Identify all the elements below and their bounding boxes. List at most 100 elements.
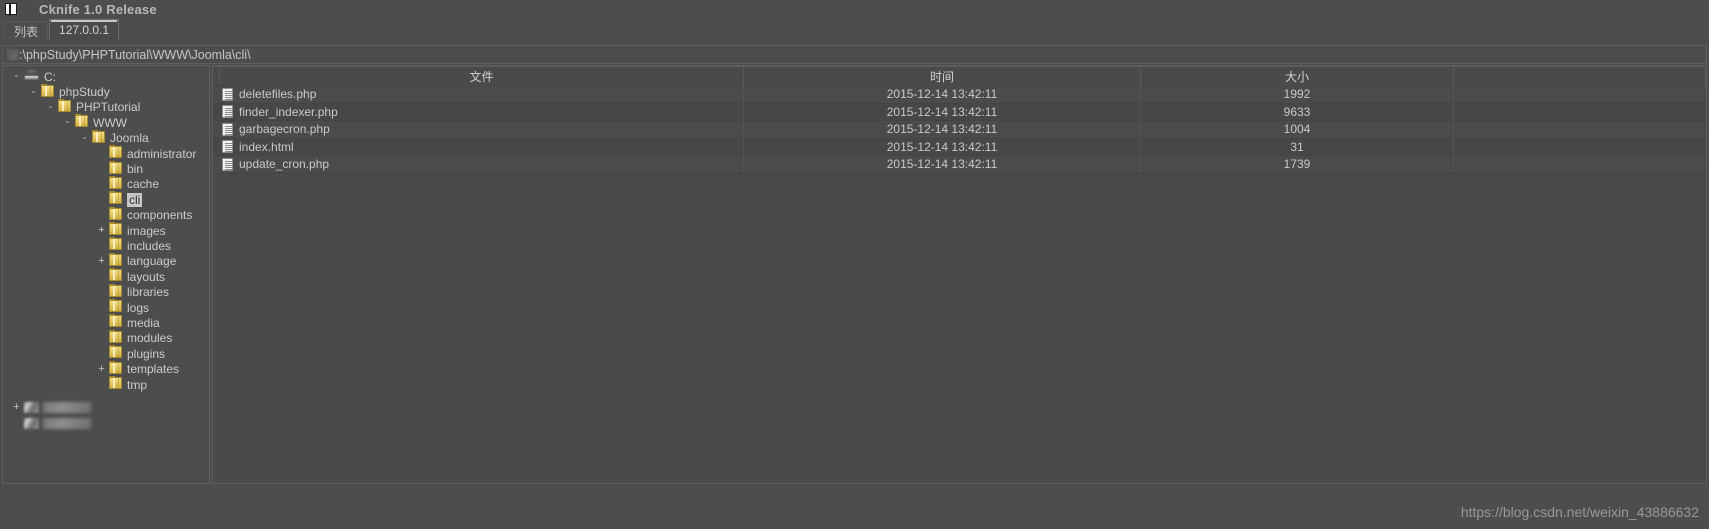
folder-icon (109, 283, 122, 297)
collapse-icon[interactable]: - (11, 71, 22, 82)
tree-node-label: layouts (127, 269, 166, 284)
tree-node-label: tmp (127, 377, 148, 392)
table-row[interactable]: finder_indexer.php 2015-12-14 13:42:11 963… (213, 103, 1706, 121)
tab-list[interactable]: 列表 (4, 21, 49, 40)
tree-node-label: cli (127, 192, 143, 207)
table-row[interactable]: deletefiles.php 2015-12-14 13:42:11 1992 (213, 85, 1706, 104)
tree-node-label: phpStudy (59, 85, 110, 100)
drive-icon (24, 69, 39, 81)
tree-node[interactable]: cache (3, 175, 209, 192)
cell-file-size: 9633 (1141, 103, 1454, 121)
cell-file-name[interactable]: deletefiles.php (220, 85, 744, 103)
tree-node-icon (109, 376, 122, 392)
tab-127-0-0-1-label: 127.0.0.1 (59, 23, 110, 37)
folder-icon (109, 160, 122, 174)
tree-node[interactable]: components (3, 206, 209, 223)
title-bar: Cknife 1.0 Release (0, 0, 1709, 18)
folder-icon (109, 268, 122, 282)
tree-node[interactable]: - PHPTutorial (3, 98, 209, 115)
file-time-label: 2015-12-14 13:42:11 (886, 157, 998, 172)
table-row[interactable]: index.html 2015-12-14 13:42:11 31 (213, 138, 1706, 156)
tree-node-label: media (127, 315, 160, 330)
cell-file-name[interactable]: finder_indexer.php (220, 103, 744, 121)
folder-icon (109, 237, 122, 251)
collapse-icon[interactable]: - (62, 117, 73, 128)
tree-node[interactable]: - phpStudy (3, 83, 209, 100)
file-list-pane[interactable]: 文件 时间 大小 deletefiles.php 2015-12-14 13:42… (212, 65, 1707, 484)
tree-node[interactable]: libraries (3, 283, 209, 300)
path-text: :\phpStudy\PHPTutorial\WWW\Joomla\cli\ (19, 47, 251, 62)
path-address-bar[interactable]: :\phpStudy\PHPTutorial\WWW\Joomla\cli\ (2, 45, 1707, 64)
cell-file-size: 1992 (1141, 85, 1454, 103)
collapse-icon[interactable]: - (45, 101, 56, 113)
tree-node-label: WWW (93, 115, 127, 130)
column-header-file[interactable]: 文件 (220, 66, 744, 86)
redacted-drive-icon (7, 49, 18, 60)
tree-node[interactable]: + language (3, 252, 209, 269)
cknife-window: Cknife 1.0 Release 列表 127.0.0.1 :\phpStu… (0, 0, 1709, 529)
tree-node[interactable]: administrator (3, 145, 209, 161)
tree-node[interactable]: plugins (3, 345, 209, 361)
tree-node[interactable]: bin (3, 160, 209, 176)
window-title: Cknife 1.0 Release (39, 1, 157, 17)
expand-icon[interactable]: + (11, 402, 22, 413)
tree-node[interactable]: layouts (3, 268, 209, 284)
directory-tree-pane[interactable]: - C: - phpStudy - PHPTutorial - WWW - Joomla admin… (2, 65, 210, 484)
tree-node[interactable]: media (3, 314, 209, 330)
folder-icon (109, 345, 122, 359)
collapse-icon[interactable]: - (28, 86, 39, 98)
tree-node-label: modules (127, 331, 173, 346)
file-size-label: 9633 (1283, 104, 1311, 119)
folder-icon (92, 129, 105, 143)
cell-file-name[interactable]: garbagecron.php (220, 120, 744, 138)
tree-node[interactable]: modules (3, 329, 209, 346)
column-header-time[interactable]: 时间 (744, 66, 1141, 86)
table-row[interactable]: garbagecron.php 2015-12-14 13:42:11 1004 (213, 120, 1706, 139)
tree-node[interactable]: cli (3, 191, 209, 207)
tree-node-icon (109, 345, 122, 361)
redacted-label (43, 417, 91, 429)
tree-node-redacted[interactable] (3, 416, 209, 431)
tree-node-icon (109, 252, 122, 269)
tree-node-label: images (127, 223, 166, 238)
folder-icon (109, 222, 122, 236)
expand-icon[interactable]: + (96, 225, 107, 236)
directory-tree: - C: - phpStudy - PHPTutorial - WWW - Joomla admin… (3, 66, 209, 431)
collapse-icon[interactable]: - (79, 132, 90, 144)
app-window-icon (5, 2, 17, 16)
file-icon (222, 140, 233, 154)
tree-node-redacted[interactable]: + (3, 400, 209, 415)
tree-node[interactable]: - WWW (3, 114, 209, 130)
folder-icon (109, 329, 122, 343)
tree-node[interactable]: + templates (3, 360, 209, 376)
column-header-size[interactable]: 大小 (1141, 66, 1454, 86)
tree-node-icon (109, 329, 122, 346)
tree-node[interactable]: + images (3, 222, 209, 238)
cell-spacer (1454, 103, 1706, 121)
tree-node-label: administrator (127, 146, 197, 161)
tree-node[interactable]: includes (3, 237, 209, 253)
file-name-label: update_cron.php (239, 157, 330, 172)
tree-node[interactable]: logs (3, 299, 209, 315)
tree-node-label: includes (127, 238, 172, 253)
tree-node-icon (75, 114, 88, 130)
cell-file-name[interactable]: index.html (220, 138, 744, 156)
file-icon (222, 87, 233, 101)
file-time-label: 2015-12-14 13:42:11 (886, 87, 998, 102)
file-time-label: 2015-12-14 13:42:11 (886, 122, 998, 137)
folder-icon (41, 83, 54, 97)
tree-node[interactable]: tmp (3, 376, 209, 392)
expand-icon[interactable]: + (96, 255, 107, 267)
tree-node[interactable]: - C: (3, 69, 209, 84)
table-row[interactable]: update_cron.php 2015-12-14 13:42:11 1739 (213, 155, 1706, 174)
tree-node-label: libraries (127, 285, 170, 300)
tree-node-icon (109, 237, 122, 253)
tree-node[interactable]: - Joomla (3, 129, 209, 146)
cell-file-name[interactable]: update_cron.php (220, 155, 744, 173)
folder-icon (109, 175, 122, 189)
expand-icon[interactable]: + (96, 363, 107, 375)
tab-127-0-0-1[interactable]: 127.0.0.1 (49, 19, 120, 40)
folder-icon (109, 299, 122, 313)
tree-node-label: cache (127, 177, 160, 192)
file-name-label: finder_indexer.php (239, 104, 338, 119)
